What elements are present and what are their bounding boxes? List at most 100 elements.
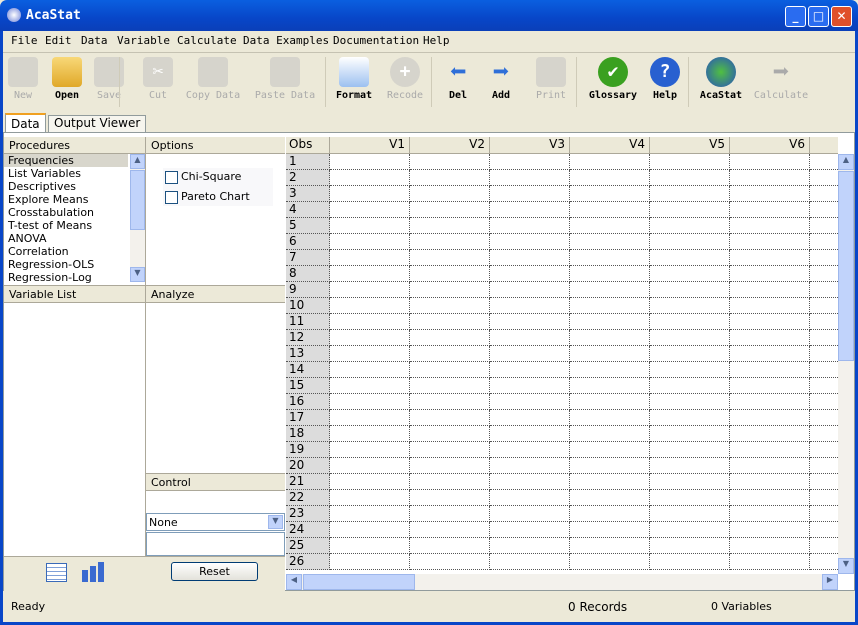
grid-cell[interactable]	[410, 538, 490, 554]
grid-cell[interactable]	[650, 474, 730, 490]
grid-cell[interactable]	[650, 266, 730, 282]
grid-cell[interactable]	[810, 506, 838, 522]
grid-cell[interactable]	[410, 362, 490, 378]
row-header[interactable]: 10	[286, 298, 330, 314]
grid-cell[interactable]	[810, 154, 838, 170]
grid-cell[interactable]	[650, 426, 730, 442]
row-header[interactable]: 19	[286, 442, 330, 458]
grid-cell[interactable]	[330, 394, 410, 410]
scroll-thumb[interactable]	[303, 574, 415, 590]
grid-cell[interactable]	[490, 442, 570, 458]
grid-cell[interactable]	[330, 282, 410, 298]
grid-cell[interactable]	[730, 282, 810, 298]
scroll-right-icon[interactable]: ▶	[822, 574, 838, 590]
table-view-icon[interactable]	[46, 563, 67, 582]
grid-cell[interactable]	[410, 522, 490, 538]
row-header[interactable]: 8	[286, 266, 330, 282]
grid-cell[interactable]	[490, 378, 570, 394]
grid-cell[interactable]	[330, 154, 410, 170]
maximize-button[interactable]: □	[808, 6, 829, 27]
acastat-button[interactable]: AcaStat	[689, 57, 753, 101]
grid-cell[interactable]	[810, 170, 838, 186]
procedure-item[interactable]: T-test of Means	[8, 219, 92, 232]
grid-cell[interactable]	[330, 378, 410, 394]
bar-chart-icon[interactable]	[81, 562, 105, 582]
grid-cell[interactable]	[570, 442, 650, 458]
grid-cell[interactable]	[730, 410, 810, 426]
grid-cell[interactable]	[330, 362, 410, 378]
grid-cell[interactable]	[490, 394, 570, 410]
grid-cell[interactable]	[810, 250, 838, 266]
tab-output-viewer[interactable]: Output Viewer	[48, 115, 147, 132]
grid-cell[interactable]	[810, 282, 838, 298]
grid-cell[interactable]	[570, 202, 650, 218]
grid-cell[interactable]	[490, 154, 570, 170]
grid-cell[interactable]	[810, 410, 838, 426]
column-header[interactable]	[810, 137, 838, 154]
grid-cell[interactable]	[490, 410, 570, 426]
grid-cell[interactable]	[730, 218, 810, 234]
grid-cell[interactable]	[730, 362, 810, 378]
grid-cell[interactable]	[490, 362, 570, 378]
grid-cell[interactable]	[570, 330, 650, 346]
row-header[interactable]: 16	[286, 394, 330, 410]
control-field[interactable]	[146, 532, 285, 556]
grid-cell[interactable]	[410, 394, 490, 410]
grid-cell[interactable]	[330, 426, 410, 442]
grid-cell[interactable]	[730, 154, 810, 170]
menu-edit[interactable]: Edit	[45, 34, 72, 47]
row-header[interactable]: 4	[286, 202, 330, 218]
grid-cell[interactable]	[650, 186, 730, 202]
grid-cell[interactable]	[490, 298, 570, 314]
row-header[interactable]: 3	[286, 186, 330, 202]
grid-cell[interactable]	[730, 170, 810, 186]
menu-variable[interactable]: Variable	[117, 34, 170, 47]
grid-cell[interactable]	[570, 522, 650, 538]
grid-cell[interactable]	[810, 218, 838, 234]
grid-cell[interactable]	[810, 186, 838, 202]
grid-cell[interactable]	[650, 234, 730, 250]
grid-cell[interactable]	[650, 218, 730, 234]
grid-cell[interactable]	[730, 394, 810, 410]
column-header[interactable]: V1	[330, 137, 410, 154]
minimize-button[interactable]: _	[785, 6, 806, 27]
grid-cell[interactable]	[650, 346, 730, 362]
grid-cell[interactable]	[650, 506, 730, 522]
procedure-item[interactable]: Regression-OLS	[8, 258, 94, 271]
column-header[interactable]: V5	[650, 137, 730, 154]
grid-cell[interactable]	[410, 330, 490, 346]
grid-cell[interactable]	[410, 250, 490, 266]
reset-button[interactable]: Reset	[171, 562, 258, 581]
grid-cell[interactable]	[410, 442, 490, 458]
grid-cell[interactable]	[490, 458, 570, 474]
grid-cell[interactable]	[410, 426, 490, 442]
grid-cell[interactable]	[650, 490, 730, 506]
grid-cell[interactable]	[410, 474, 490, 490]
grid-cell[interactable]	[730, 266, 810, 282]
grid-cell[interactable]	[650, 554, 730, 570]
checkbox-icon[interactable]	[165, 170, 178, 184]
menu-data-examples[interactable]: Data Examples	[243, 34, 329, 47]
grid-cell[interactable]	[810, 426, 838, 442]
row-header[interactable]: 2	[286, 170, 330, 186]
scroll-up-icon[interactable]: ▲	[838, 154, 854, 170]
grid-cell[interactable]	[330, 522, 410, 538]
grid-cell[interactable]	[490, 250, 570, 266]
grid-cell[interactable]	[410, 154, 490, 170]
grid-cell[interactable]	[810, 202, 838, 218]
grid-cell[interactable]	[490, 282, 570, 298]
grid-cell[interactable]	[490, 522, 570, 538]
grid-cell[interactable]	[650, 378, 730, 394]
grid-cell[interactable]	[330, 410, 410, 426]
grid-horizontal-scrollbar[interactable]: ◀ ▶	[286, 574, 838, 590]
grid-cell[interactable]	[810, 330, 838, 346]
grid-cell[interactable]	[730, 426, 810, 442]
grid-cell[interactable]	[330, 538, 410, 554]
grid-cell[interactable]	[810, 234, 838, 250]
grid-cell[interactable]	[650, 410, 730, 426]
grid-cell[interactable]	[730, 314, 810, 330]
grid-cell[interactable]	[330, 170, 410, 186]
grid-cell[interactable]	[410, 282, 490, 298]
procedure-item[interactable]: Explore Means	[8, 193, 88, 206]
procedure-item[interactable]: Correlation	[8, 245, 69, 258]
